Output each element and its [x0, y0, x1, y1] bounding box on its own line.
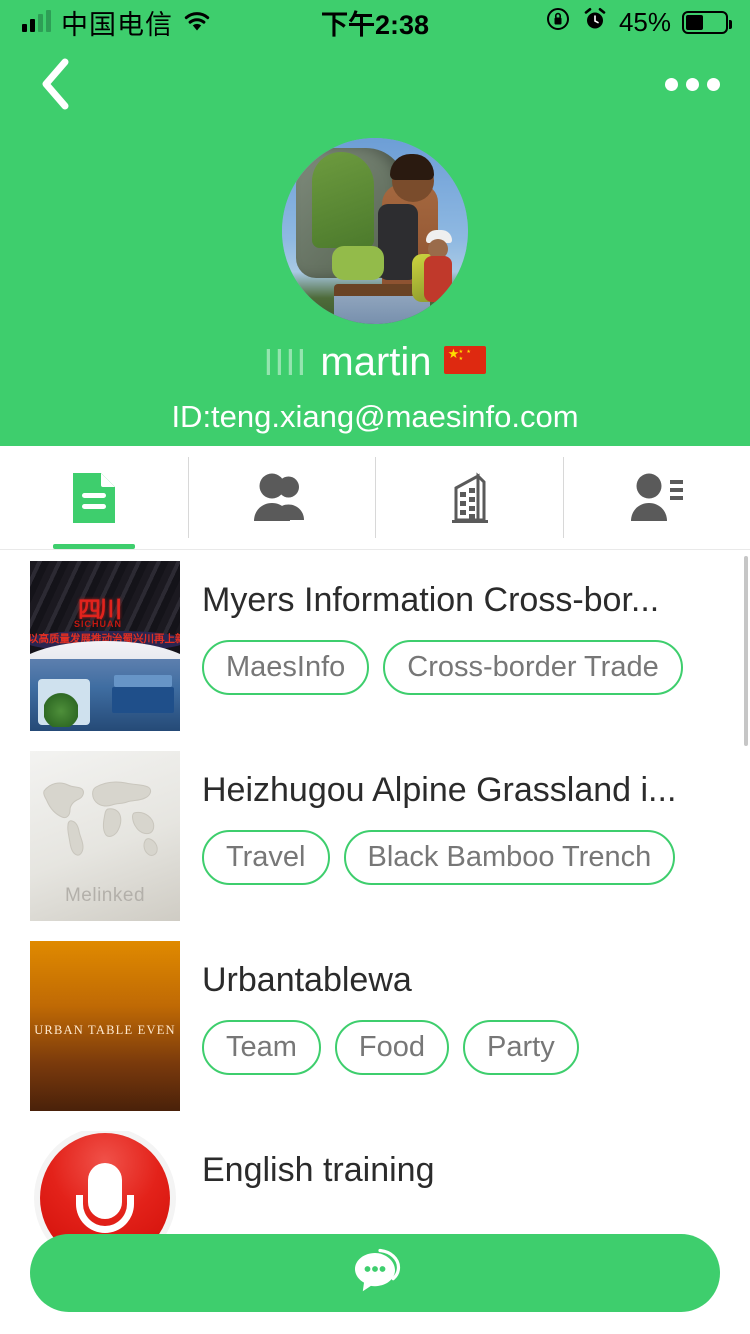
battery-icon — [682, 10, 732, 34]
more-dot — [706, 77, 720, 91]
avatar-second-hiker — [410, 230, 456, 310]
tag-chip[interactable]: MaesInfo — [202, 640, 370, 696]
tab-bar — [0, 446, 750, 550]
list-item-title: Urbantablewa — [202, 961, 412, 999]
avatar-backpack-lime — [332, 246, 384, 280]
person-list-icon — [631, 473, 684, 521]
list-item[interactable]: URBAN TABLE EVEN Urbantablewa Team Food … — [0, 931, 750, 1121]
tab-documents[interactable] — [0, 446, 188, 549]
list-item-title: Heizhugou Alpine Grassland i... — [202, 771, 677, 809]
tag-chip[interactable]: Food — [334, 1020, 450, 1076]
tab-groups[interactable] — [187, 446, 376, 549]
list-scrollbar[interactable] — [744, 556, 748, 746]
tag-chip[interactable]: Travel — [202, 830, 330, 886]
tag-chip[interactable]: Black Bamboo Trench — [343, 830, 676, 886]
chat-bubble-icon — [355, 1248, 401, 1292]
back-button[interactable] — [28, 57, 82, 111]
list-item-body: Urbantablewa Team Food Party — [202, 941, 750, 1076]
list-item-title: Myers Information Cross-bor... — [202, 581, 660, 619]
list-item-tags: Team Food Party — [202, 1020, 750, 1076]
profile-header: llll martin ID:teng.xiang@maesinfo.com — [0, 124, 750, 446]
status-bar-left: 中国电信 — [22, 3, 211, 42]
battery-percent-label: 45% — [618, 6, 671, 37]
tag-chip[interactable]: Cross-border Trade — [383, 640, 683, 696]
list-item-thumbnail: Melinked — [30, 751, 180, 921]
world-map-placeholder: Melinked — [30, 751, 180, 921]
list-item-thumbnail: 四川 SICHUAN 以高质量发展推动治蜀兴川再上新台阶 — [30, 561, 180, 731]
username-label: martin — [320, 340, 432, 384]
thumbnail-watermark: Melinked — [64, 885, 146, 906]
status-bar: 中国电信 下午2:38 45% — [0, 0, 750, 44]
more-dot — [685, 77, 699, 91]
list-item[interactable]: 四川 SICHUAN 以高质量发展推动治蜀兴川再上新台阶 Myers Infor… — [0, 551, 750, 741]
orange-gradient-poster: URBAN TABLE EVEN — [30, 941, 180, 1111]
tag-chip[interactable]: Team — [202, 1020, 321, 1076]
people-icon — [254, 473, 305, 521]
navigation-bar — [0, 44, 750, 124]
tab-active-indicator — [52, 544, 135, 549]
status-bar-right: 45% — [545, 6, 732, 39]
document-icon — [72, 472, 115, 523]
list-item-tags — [202, 1210, 750, 1232]
wifi-icon — [183, 11, 211, 33]
carrier-label: 中国电信 — [61, 9, 173, 40]
user-id-label: ID:teng.xiang@maesinfo.com — [171, 399, 579, 434]
tab-companies[interactable] — [375, 446, 563, 549]
signal-icon — [22, 10, 51, 32]
list-item-body: Heizhugou Alpine Grassland i... Travel B… — [202, 751, 750, 886]
avatar[interactable] — [282, 138, 468, 324]
list-item-body: English training — [202, 1131, 750, 1232]
rotation-lock-icon — [545, 6, 571, 39]
username-row: llll martin — [264, 340, 486, 385]
app-root: 中国电信 下午2:38 45% llll martin ★ ★ ★ ★ ID:t… — [0, 0, 750, 1334]
country-flag-icon — [443, 345, 486, 380]
alarm-icon — [582, 6, 608, 39]
list-item-body: Myers Information Cross-bor... MaesInfo … — [202, 561, 750, 696]
list-item-tags: MaesInfo Cross-border Trade — [202, 640, 750, 696]
chevron-left-icon — [42, 58, 69, 110]
thumbnail-caption: URBAN TABLE EVEN — [34, 1022, 176, 1037]
username-prefix-glyphs: llll — [264, 341, 309, 383]
content-list[interactable]: 四川 SICHUAN 以高质量发展推动治蜀兴川再上新台阶 Myers Infor… — [0, 551, 750, 1334]
list-item[interactable]: Melinked Heizhugou Alpine Grassland i...… — [0, 741, 750, 931]
avatar-backpack-green — [312, 152, 374, 248]
exhibition-booth-photo: 四川 SICHUAN 以高质量发展推动治蜀兴川再上新台阶 — [30, 561, 180, 731]
tab-contacts[interactable] — [562, 446, 750, 549]
list-item-title: English training — [202, 1151, 435, 1189]
building-icon — [451, 471, 488, 523]
list-item-tags: Travel Black Bamboo Trench — [202, 830, 750, 886]
more-options-button[interactable] — [662, 64, 722, 104]
chat-button[interactable] — [30, 1234, 720, 1312]
list-item-thumbnail: URBAN TABLE EVEN — [30, 941, 180, 1111]
tag-chip[interactable]: Party — [463, 1020, 579, 1076]
more-dot — [664, 77, 678, 91]
